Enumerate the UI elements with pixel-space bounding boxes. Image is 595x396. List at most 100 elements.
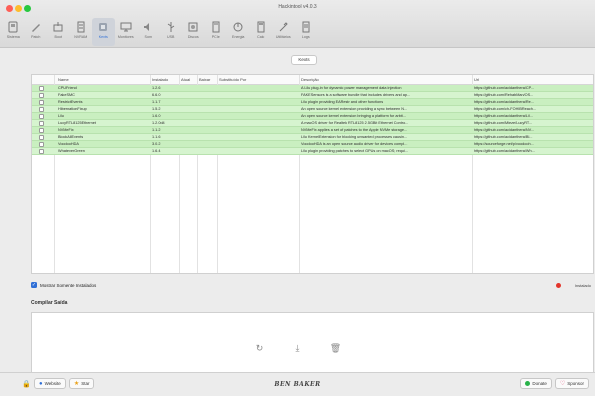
show-installed-label: Mostrar Somente Instalados (40, 282, 97, 288)
sponsor-button[interactable]: ♡ Sponsor (554, 378, 589, 389)
table-cell-installed: 1.5.2 (152, 107, 161, 111)
row-checkbox[interactable] (39, 135, 44, 140)
row-checkbox[interactable] (39, 107, 44, 112)
table-row[interactable]: FakeSMC 6.6.0 FAKESensors is a software bu… (32, 92, 593, 99)
checkbox-checked-icon: ✓ (31, 282, 37, 288)
row-checkbox[interactable] (39, 86, 44, 91)
table-cell-installed: 1.6.4 (152, 149, 161, 153)
toolbar-item-label: Utilitários (275, 35, 291, 39)
toolbar-item-label: Energia (232, 35, 245, 39)
power-icon (231, 20, 245, 34)
column-header[interactable]: Baixar (197, 75, 217, 85)
table-cell-desc: Lilu plugin providing patches to select … (301, 149, 409, 153)
display-icon (119, 20, 133, 34)
table-cell-desc: FAKESensors is a software bundle that in… (301, 93, 411, 97)
app-window: Hackintool v4.0.3 Sistema Patch Boot NVRAM K… (0, 0, 595, 396)
table-cell-name: LucyRTL8125Ethernet (58, 121, 96, 125)
table-cell-url: https://github.com/acidanthera/NV... (474, 128, 535, 132)
table-cell-desc: An open source kernel extension bringing… (301, 114, 406, 118)
table-cell-name: CPUFriend (58, 86, 77, 90)
table-row[interactable]: WhateverGreen 1.6.4 Lilu plugin providing … (32, 148, 593, 155)
calc-icon (254, 20, 268, 34)
table-cell-desc: A Lilu plug-in for dynamic power managem… (301, 86, 402, 90)
title-bar: Hackintool v4.0.3 Sistema Patch Boot NVRAM K… (0, 0, 595, 48)
table-row[interactable]: VoodooHDA 3.0.2 VoodooHDA is an open sourc… (32, 141, 593, 148)
installed-dot-icon (555, 283, 561, 288)
column-header[interactable]: Descrição (299, 75, 472, 85)
table-row[interactable]: LucyRTL8125Ethernet 1.2.0d4 A macOS driver… (32, 120, 593, 127)
toolbar-item-energia[interactable]: Energia (227, 18, 250, 46)
usb-icon (164, 20, 178, 34)
column-header[interactable]: Name (56, 75, 150, 85)
table-row[interactable]: HibernationFixup 1.5.2 An open source kern… (32, 106, 593, 113)
toolbar-item-boot[interactable]: Boot (47, 18, 70, 46)
donate-button[interactable]: Donate (520, 378, 552, 389)
table-cell-name: NVMeFix (58, 128, 74, 132)
kexts-segment-tab[interactable]: Kexts (291, 55, 317, 65)
table-row[interactable]: Lilu 1.6.0 An open source kernel extension… (32, 113, 593, 120)
toolbar-item-kexts[interactable]: Kexts (92, 18, 115, 46)
toolbar-item-label: Som (144, 35, 152, 39)
table-cell-url: https://github.com/RehabMan/OS... (474, 93, 534, 97)
kexts-table[interactable]: Name Instalado Atual Baixar Substituído Por D… (31, 74, 594, 274)
row-checkbox[interactable] (39, 93, 44, 98)
toolbar-item-label: USB (167, 35, 175, 39)
row-checkbox[interactable] (39, 142, 44, 147)
table-cell-url: https://sourceforge.net/p/voodooh... (474, 142, 534, 146)
row-checkbox[interactable] (39, 114, 44, 119)
row-checkbox[interactable] (39, 100, 44, 105)
toolbar-item-label: Monitores (117, 35, 134, 39)
toolbar-item-pcie[interactable]: PCIe (205, 18, 228, 46)
toolbar-item-som[interactable]: Som (137, 18, 160, 46)
toolbar-item-label: Patch (31, 35, 41, 39)
toolbar-item-discos[interactable]: Discos (182, 18, 205, 46)
column-header[interactable]: Instalado (150, 75, 179, 85)
column-header[interactable]: Atual (179, 75, 197, 85)
boot-icon (51, 20, 65, 34)
table-row[interactable]: CPUFriend 1.2.6 A Lilu plug-in for dynamic… (32, 85, 593, 92)
table-cell-url: https://github.com/acidanthera/Wh... (474, 149, 535, 153)
compile-output-title: Compilar Saída (31, 300, 68, 306)
donate-label: Donate (532, 381, 547, 386)
table-cell-url: https://github.com/acidanthera/Re... (474, 100, 534, 104)
column-header[interactable]: Substituído Por (217, 75, 299, 85)
table-cell-name: WhateverGreen (58, 149, 85, 153)
show-installed-checkbox[interactable]: ✓ Mostrar Somente Instalados (31, 282, 96, 288)
row-checkbox[interactable] (39, 128, 44, 133)
toolbar-item-calc[interactable]: Calc (250, 18, 273, 46)
table-cell-desc: Lilu plugin providing EARestr and other … (301, 100, 384, 104)
table-row[interactable]: NVMeFix 1.1.2 NVMeFix applies a set of pat… (32, 127, 593, 134)
row-checkbox[interactable] (39, 149, 44, 154)
table-cell-name: BlockAllEvents (58, 135, 84, 139)
patch-icon (29, 20, 43, 34)
column-header[interactable]: Url (472, 75, 592, 85)
table-cell-url: https://github.com/acidanthera/Lil... (474, 114, 533, 118)
table-cell-installed: 1.2.0d4 (152, 121, 165, 125)
system-icon (6, 20, 20, 34)
toolbar-item-usb[interactable]: USB (160, 18, 183, 46)
trash-icon[interactable]: 🗑 (330, 343, 341, 353)
toolbar-item-logs[interactable]: Logs (295, 18, 318, 46)
action-buttons: ↻ ⤓ 🗑 (0, 343, 595, 353)
sponsor-label: Sponsor (567, 381, 584, 386)
toolbar-item-monitores[interactable]: Monitores (115, 18, 138, 46)
refresh-icon[interactable]: ↻ (255, 343, 265, 353)
table-cell-desc: NVMeFix applies a set of patches to the … (301, 128, 408, 132)
toolbar-item-nvram[interactable]: NVRAM (70, 18, 93, 46)
toolbar-item-utilitários[interactable]: Utilitários (272, 18, 295, 46)
table-cell-installed: 1.1.7 (152, 100, 161, 104)
table-cell-installed: 6.6.0 (152, 93, 161, 97)
toolbar-item-patch[interactable]: Patch (25, 18, 48, 46)
download-icon[interactable]: ⤓ (293, 343, 303, 353)
table-row[interactable]: RestrictEvents 1.1.7 Lilu plugin providing… (32, 99, 593, 106)
table-cell-url: https://github.com/acidanthera/CP... (474, 86, 534, 90)
toolbar-item-label: Boot (54, 35, 62, 39)
row-checkbox[interactable] (39, 121, 44, 126)
table-row[interactable]: BlockAllEvents 1.1.6 Lilu KernelExtension … (32, 134, 593, 141)
kexts-icon (96, 20, 110, 34)
table-cell-desc: Lilu KernelExtension for blocking unwant… (301, 135, 408, 139)
toolbar-item-label: Sistema (6, 35, 20, 39)
toolbar-item-label: Discos (187, 35, 199, 39)
toolbar-item-sistema[interactable]: Sistema (2, 18, 25, 46)
table-cell-desc: VoodooHDA is an open source audio driver… (301, 142, 408, 146)
